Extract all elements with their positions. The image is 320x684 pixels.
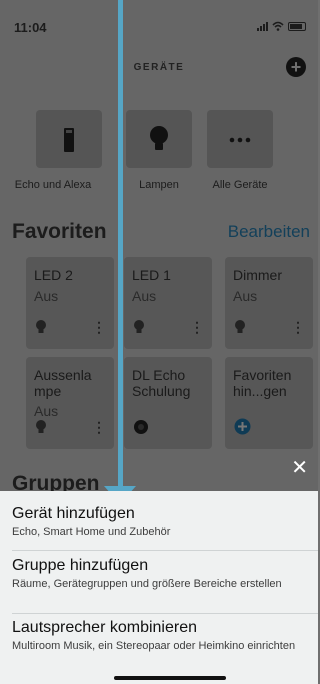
- favorite-card[interactable]: LED 1 Aus ⋮: [124, 257, 212, 349]
- status-time: 11:04: [14, 20, 47, 35]
- card-state: Aus: [34, 403, 59, 419]
- lightbulb-icon: [36, 320, 46, 333]
- lightbulb-icon: [134, 320, 144, 333]
- option-add-group[interactable]: Gruppe hinzufügen Räume, Gerätegruppen u…: [12, 556, 310, 591]
- category-label: Lampen: [139, 179, 179, 191]
- option-add-device[interactable]: Gerät hinzufügen Echo, Smart Home und Zu…: [12, 504, 310, 539]
- lightbulb-icon: [235, 320, 245, 333]
- add-circle-icon: [234, 418, 251, 435]
- close-sheet-button[interactable]: ✕: [291, 458, 308, 478]
- battery-icon: [288, 21, 306, 31]
- favorite-card[interactable]: Aussenla mpe Aus ⋮: [26, 357, 114, 449]
- category-label: Alle Geräte: [212, 179, 268, 191]
- favorites-heading: Favoriten: [12, 220, 107, 243]
- category-lampen-tile[interactable]: [126, 110, 192, 168]
- favorite-card[interactable]: DL Echo Schulung: [124, 357, 212, 449]
- annotation-arrow-line: [118, 0, 123, 488]
- add-favorite-card[interactable]: Favoriten hin...gen: [225, 357, 313, 449]
- more-options-icon[interactable]: ⋮: [190, 320, 204, 334]
- option-title: Gruppe hinzufügen: [12, 557, 149, 574]
- option-title: Lautsprecher kombinieren: [12, 619, 197, 636]
- home-indicator[interactable]: [114, 676, 226, 680]
- divider: [12, 550, 318, 551]
- card-name: DL Echo Schulung: [132, 367, 191, 399]
- option-combine-speakers[interactable]: Lautsprecher kombinieren Multiroom Musik…: [12, 618, 310, 653]
- add-options-sheet: Gerät hinzufügen Echo, Smart Home und Zu…: [0, 491, 318, 684]
- edit-favorites-link[interactable]: Bearbeiten: [228, 222, 310, 242]
- signal-icon: [257, 21, 268, 31]
- more-options-icon[interactable]: ⋮: [291, 320, 305, 334]
- more-options-icon[interactable]: ⋮: [92, 420, 106, 434]
- option-subtitle: Räume, Gerätegruppen und größere Bereich…: [12, 578, 282, 590]
- echo-speaker-icon: [64, 128, 74, 152]
- option-subtitle: Multiroom Musik, ein Stereopaar oder Hei…: [12, 640, 296, 652]
- divider: [12, 613, 318, 614]
- add-device-button[interactable]: +: [286, 57, 306, 77]
- lightbulb-icon: [150, 126, 168, 150]
- card-state: Aus: [132, 288, 157, 304]
- option-subtitle: Echo, Smart Home und Zubehör: [12, 526, 171, 538]
- category-echo-alexa-tile[interactable]: [36, 110, 102, 168]
- favorite-card[interactable]: LED 2 Aus ⋮: [26, 257, 114, 349]
- card-state: Aus: [34, 288, 59, 304]
- status-bar: 11:04: [0, 0, 318, 40]
- wifi-icon: [272, 21, 284, 31]
- favorite-card[interactable]: Dimmer Aus ⋮: [225, 257, 313, 349]
- page-title: GERÄTE: [133, 62, 185, 73]
- card-name: Aussenla mpe: [34, 367, 92, 399]
- status-indicators: [257, 21, 306, 31]
- card-name: LED 1: [132, 267, 171, 283]
- echo-dot-icon: [134, 420, 148, 434]
- category-alle-geraete-tile[interactable]: [207, 110, 273, 168]
- lightbulb-icon: [36, 420, 46, 433]
- category-label: Echo und Alexa: [14, 179, 92, 191]
- card-state: Aus: [233, 288, 258, 304]
- more-options-icon[interactable]: ⋮: [92, 320, 106, 334]
- card-name: LED 2: [34, 267, 73, 283]
- card-name: Dimmer: [233, 267, 282, 283]
- card-name: Favoriten hin...gen: [233, 367, 292, 399]
- option-title: Gerät hinzufügen: [12, 505, 135, 522]
- more-dots-icon: [229, 137, 251, 143]
